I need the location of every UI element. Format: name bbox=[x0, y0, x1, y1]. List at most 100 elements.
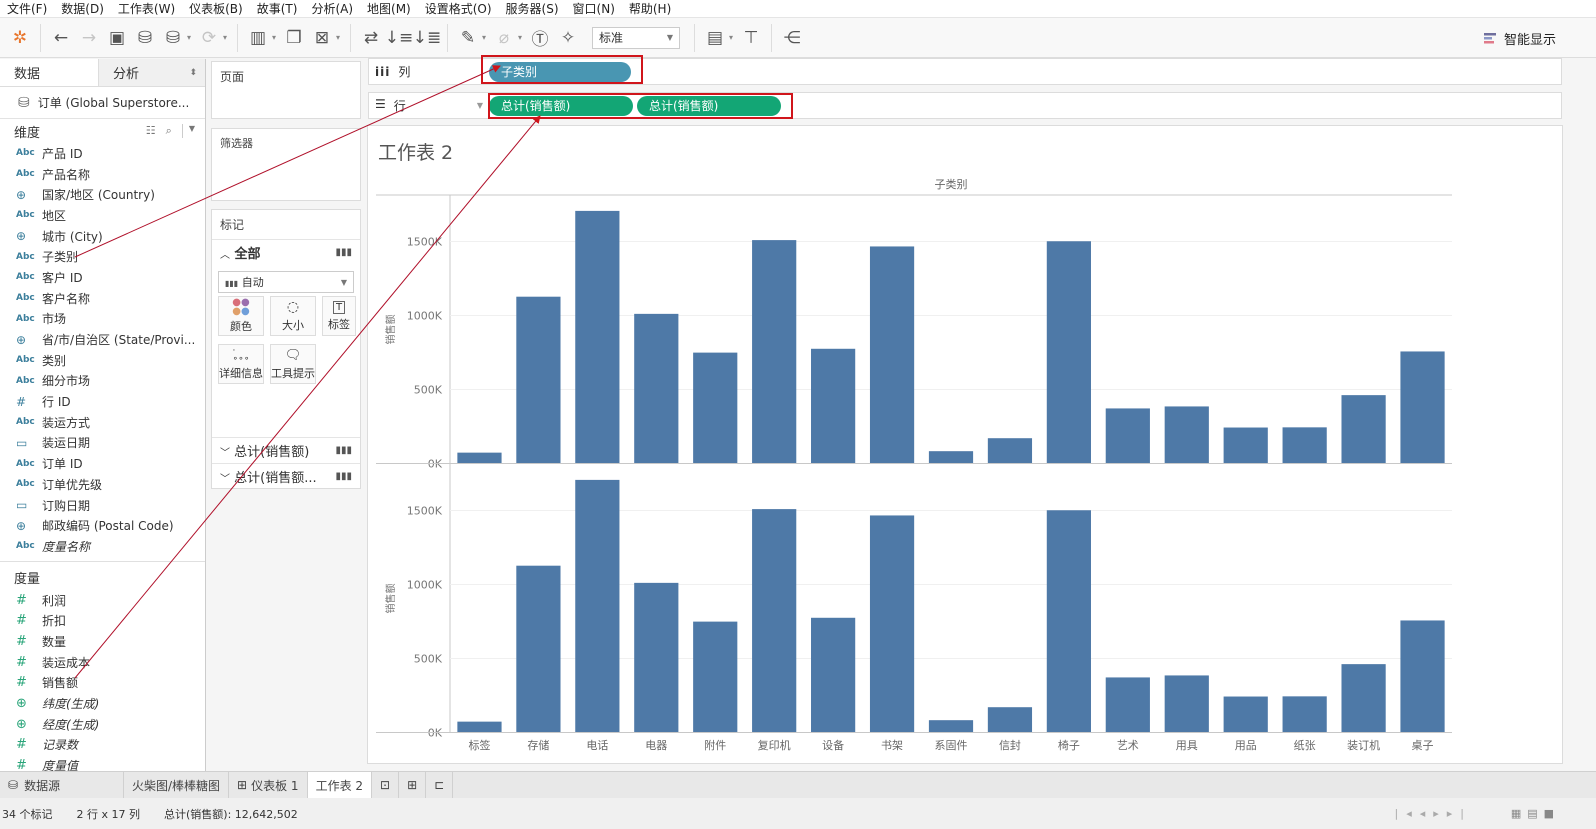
menu-item[interactable]: 文件(F) bbox=[0, 0, 54, 17]
menu-item[interactable]: 帮助(H) bbox=[622, 0, 678, 17]
filters-card[interactable]: 筛选器 bbox=[211, 128, 361, 201]
field-item[interactable]: ⊕ 城市 (City) bbox=[0, 226, 205, 247]
field-item[interactable]: Abc 子类别 bbox=[0, 246, 205, 267]
label-button[interactable]: T 标签 bbox=[322, 296, 356, 336]
menu-item[interactable]: 设置格式(O) bbox=[418, 0, 499, 17]
tab-data[interactable]: 数据 bbox=[0, 59, 98, 86]
field-item[interactable]: Abc 度量名称 bbox=[0, 536, 205, 557]
field-item[interactable]: ▭ 装运日期 bbox=[0, 433, 205, 454]
pages-card[interactable]: 页面 bbox=[211, 61, 361, 119]
toolbar: ✲ ← → ▣ ⛁ ⛁ ▾ ⟳ ▾ ▥ ▾ ❐ ⊠ ▾ ⇄ ↓≡ ↓≣ ✎ ▾ ⌀ ▾ Ⓣ … bbox=[0, 18, 1596, 58]
mark-type-select[interactable]: ▮▮▮ 自动 ▼ bbox=[218, 271, 354, 293]
field-item[interactable]: # 数量 bbox=[0, 631, 205, 652]
tooltip-button[interactable]: 🗨 工具提示 bbox=[270, 344, 316, 384]
text-type-icon: Abc bbox=[16, 251, 35, 262]
field-item[interactable]: ⊕ 纬度(生成) bbox=[0, 693, 205, 714]
marks-sub2-row[interactable]: ﹀ 总计(销售额... ▮▮▮ bbox=[212, 463, 360, 489]
view-mode-icon[interactable]: ▦▤■ bbox=[1511, 807, 1560, 820]
highlight-icon[interactable]: ✎ bbox=[454, 24, 482, 52]
marks-all-row[interactable]: ︿ 全部 ▮▮▮ bbox=[212, 239, 360, 265]
detail-button[interactable]: · ∘∘∘ 详细信息 bbox=[218, 344, 264, 384]
tab-sheet-lollipop[interactable]: 火柴图/棒棒糖图 bbox=[124, 772, 230, 798]
field-item[interactable]: Abc 产品名称 bbox=[0, 164, 205, 185]
datasource-item[interactable]: ⛁ 订单 (Global Superstore... bbox=[0, 87, 205, 119]
field-item[interactable]: # 记录数 bbox=[0, 735, 205, 756]
new-story-tab-icon[interactable]: ⊏ bbox=[426, 772, 454, 798]
menu-dropdown-icon[interactable]: ▼ bbox=[181, 124, 195, 138]
tab-dashboard-1[interactable]: ⊞ 仪表板 1 bbox=[229, 772, 308, 798]
new-worksheet-icon[interactable]: ▥ bbox=[244, 24, 272, 52]
new-datasource-icon[interactable]: ⛁ bbox=[131, 24, 159, 52]
sort-desc-icon[interactable]: ↓≣ bbox=[413, 24, 442, 52]
size-button[interactable]: ◌ 大小 bbox=[270, 296, 316, 336]
color-button[interactable]: ●● ●● 颜色 bbox=[218, 296, 264, 336]
bar-mark-icon: ▮▮▮ bbox=[335, 247, 352, 258]
new-dashboard-tab-icon[interactable]: ⊞ bbox=[399, 772, 427, 798]
redo-icon[interactable]: → bbox=[75, 24, 103, 52]
presentation-icon[interactable]: ⊤ bbox=[737, 24, 765, 52]
field-item[interactable]: # 折扣 bbox=[0, 610, 205, 631]
field-item[interactable]: Abc 订单优先级 bbox=[0, 474, 205, 495]
tab-datasource[interactable]: ⛁ 数据源 bbox=[0, 772, 124, 798]
field-item[interactable]: Abc 地区 bbox=[0, 205, 205, 226]
field-item[interactable]: Abc 类别 bbox=[0, 350, 205, 371]
sheet-nav-icon[interactable]: |◂◂▸▸| bbox=[1395, 807, 1473, 820]
field-item[interactable]: ⊕ 邮政编码 (Postal Code) bbox=[0, 515, 205, 536]
field-item[interactable]: Abc 订单 ID bbox=[0, 453, 205, 474]
pin-icon[interactable]: ✧ bbox=[554, 24, 582, 52]
menu-item[interactable]: 分析(A) bbox=[304, 0, 360, 17]
undo-icon[interactable]: ← bbox=[47, 24, 75, 52]
search-icon[interactable]: ⌕ bbox=[166, 124, 172, 138]
fit-select[interactable]: 标准 ▼ bbox=[592, 26, 680, 49]
tableau-logo-icon[interactable]: ✲ bbox=[6, 24, 34, 52]
show-me-button[interactable]: 智能显示 bbox=[1483, 29, 1556, 48]
field-item[interactable]: ⊕ 经度(生成) bbox=[0, 714, 205, 735]
field-item[interactable]: ⊕ 国家/地区 (Country) bbox=[0, 184, 205, 205]
field-label: 客户名称 bbox=[42, 291, 91, 306]
globe-icon: ⊕ bbox=[16, 187, 27, 202]
marks-sub1-row[interactable]: ﹀ 总计(销售额) ▮▮▮ bbox=[212, 437, 360, 463]
bar-复印机-pane1 bbox=[752, 240, 797, 464]
menu-item[interactable]: 仪表板(B) bbox=[182, 0, 250, 17]
field-item[interactable]: # 利润 bbox=[0, 590, 205, 611]
show-labels-icon[interactable]: Ⓣ bbox=[526, 24, 554, 52]
field-item[interactable]: Abc 客户名称 bbox=[0, 288, 205, 309]
save-icon[interactable]: ▣ bbox=[103, 24, 131, 52]
menu-item[interactable]: 数据(D) bbox=[54, 0, 111, 17]
field-label: 城市 (City) bbox=[42, 229, 103, 244]
field-item[interactable]: Abc 市场 bbox=[0, 309, 205, 330]
y-axis-title: 销售额 bbox=[384, 315, 397, 345]
bar-椅子-pane2 bbox=[1046, 510, 1091, 733]
field-item[interactable]: # 行 ID bbox=[0, 391, 205, 412]
refresh-icon[interactable]: ⟳ bbox=[195, 24, 223, 52]
menu-item[interactable]: 故事(T) bbox=[250, 0, 305, 17]
field-item[interactable]: Abc 装运方式 bbox=[0, 412, 205, 433]
field-item[interactable]: Abc 客户 ID bbox=[0, 267, 205, 288]
menu-item[interactable]: 窗口(N) bbox=[566, 0, 622, 17]
group-icon[interactable]: ⌀ bbox=[490, 24, 518, 52]
menu-item[interactable]: 工作表(W) bbox=[111, 0, 182, 17]
field-item[interactable]: # 装运成本 bbox=[0, 652, 205, 673]
field-item[interactable]: ▭ 订购日期 bbox=[0, 495, 205, 516]
list-view-icon[interactable]: ☷ bbox=[146, 124, 156, 138]
field-item[interactable]: # 销售额 bbox=[0, 673, 205, 694]
show-cards-icon[interactable]: ▤ bbox=[701, 24, 729, 52]
swap-icon[interactable]: ⇄ bbox=[357, 24, 385, 52]
share-icon[interactable]: ⋲ bbox=[778, 24, 806, 52]
menu-item[interactable]: 地图(M) bbox=[360, 0, 418, 17]
new-worksheet-tab-icon[interactable]: ⊡ bbox=[372, 772, 400, 798]
field-item[interactable]: Abc 产品 ID bbox=[0, 143, 205, 164]
pause-updates-icon[interactable]: ⛁ bbox=[159, 24, 187, 52]
clear-sheet-icon[interactable]: ⊠ bbox=[308, 24, 336, 52]
globe-icon: ⊕ bbox=[16, 518, 27, 533]
sort-asc-icon[interactable]: ↓≡ bbox=[385, 24, 414, 52]
field-label: 行 ID bbox=[42, 395, 71, 410]
menu-item[interactable]: 服务器(S) bbox=[499, 0, 566, 17]
tab-sheet-2[interactable]: 工作表 2 bbox=[307, 772, 373, 798]
tab-analysis[interactable]: 分析 ⬍ bbox=[98, 59, 205, 86]
field-item[interactable]: ⊕ 省/市/自治区 (State/Provi... bbox=[0, 329, 205, 350]
number-type-icon: # bbox=[16, 654, 27, 670]
calendar-icon: ▭ bbox=[16, 498, 28, 513]
field-item[interactable]: Abc 细分市场 bbox=[0, 371, 205, 392]
duplicate-sheet-icon[interactable]: ❐ bbox=[280, 24, 308, 52]
